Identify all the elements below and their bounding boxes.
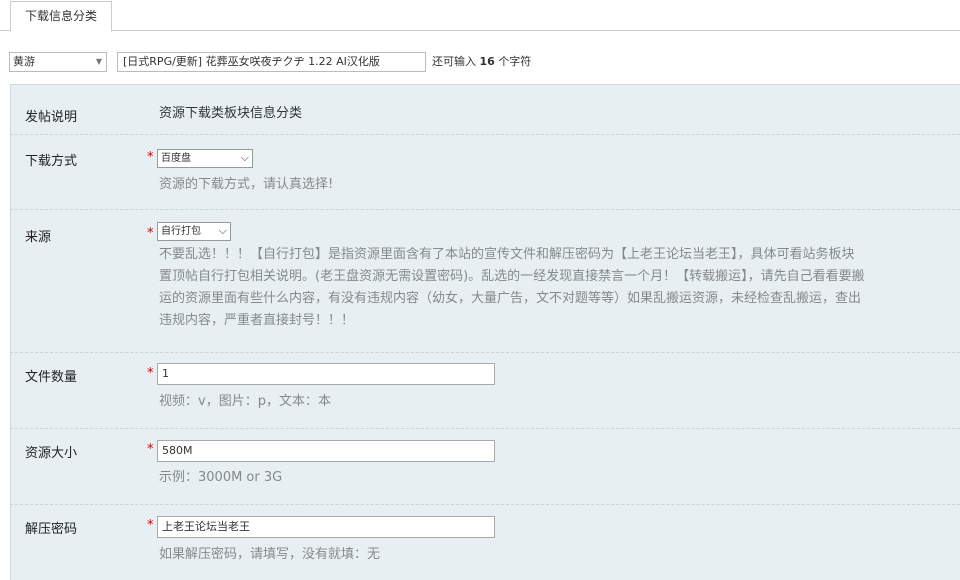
source-help: 不要乱选！！！【自行打包】是指资源里面含有了本站的宣传文件和解压密码为【上老王论… xyxy=(159,244,959,332)
row-divider xyxy=(10,352,960,353)
required-marker: * xyxy=(147,442,154,457)
row-divider xyxy=(10,504,960,505)
row-divider xyxy=(10,209,960,210)
source-help-line: 置顶帖自行打包相关说明。(老王盘资源无需设置密码)。乱选的一经发现直接禁言一个月… xyxy=(159,269,865,284)
source-help-line: 违规内容，严重者直接封号！！！ xyxy=(159,313,355,328)
required-marker: * xyxy=(147,366,154,381)
source-value: 自行打包 xyxy=(161,226,201,237)
counter-suffix: 个字符 xyxy=(498,55,532,68)
category-select-value: 黄游 xyxy=(13,55,35,68)
row-divider xyxy=(10,134,960,135)
size-input[interactable]: 580M xyxy=(157,440,495,462)
title-input[interactable]: [日式RPG/更新] 花葬巫女咲夜ヂクヂ 1.22 AI汉化版 xyxy=(117,52,426,72)
row-divider xyxy=(10,428,960,429)
counter-value: 16 xyxy=(479,55,495,68)
source-select[interactable]: 自行打包 ⌵ xyxy=(157,222,231,241)
size-label: 资源大小 xyxy=(25,446,78,461)
counter-prefix: 还可输入 xyxy=(432,55,476,68)
file-count-help: 视频：v，图片：p，文本：本 xyxy=(159,394,331,409)
category-select[interactable]: 黄游 ▼ xyxy=(9,52,107,72)
chevron-down-icon: ⌵ xyxy=(218,224,227,237)
required-marker: * xyxy=(147,226,154,241)
intro-label: 发帖说明 xyxy=(25,110,78,125)
tab-download-info[interactable]: 下载信息分类 xyxy=(10,1,113,32)
download-method-select[interactable]: 百度盘 ⌵ xyxy=(157,149,253,168)
download-method-value: 百度盘 xyxy=(161,153,191,164)
source-label: 来源 xyxy=(25,230,52,245)
tab-bar: 下载信息分类 xyxy=(0,0,960,32)
char-counter: 还可输入 16 个字符 xyxy=(432,53,531,69)
required-marker: * xyxy=(147,150,154,165)
file-count-label: 文件数量 xyxy=(25,370,78,385)
password-input[interactable]: 上老王论坛当老王 xyxy=(157,516,495,538)
required-marker: * xyxy=(147,518,154,533)
password-label: 解压密码 xyxy=(25,522,78,537)
file-count-input[interactable]: 1 xyxy=(157,363,495,385)
size-help: 示例：3000M or 3G xyxy=(159,470,283,485)
download-method-label: 下载方式 xyxy=(25,154,78,169)
chevron-down-icon: ⌵ xyxy=(240,151,249,164)
source-help-line: 不要乱选！！！【自行打包】是指资源里面含有了本站的宣传文件和解压密码为【上老王论… xyxy=(159,247,855,262)
download-method-help: 资源的下载方式，请认真选择! xyxy=(159,177,334,192)
intro-text: 资源下载类板块信息分类 xyxy=(159,106,303,121)
chevron-down-icon: ▼ xyxy=(95,57,102,66)
password-help: 如果解压密码，请填写，没有就填：无 xyxy=(159,547,381,562)
source-help-line: 运的资源里面有些什么内容，有没有违规内容（幼女，大量广告，文不对题等等）如果乱搬… xyxy=(159,291,862,306)
